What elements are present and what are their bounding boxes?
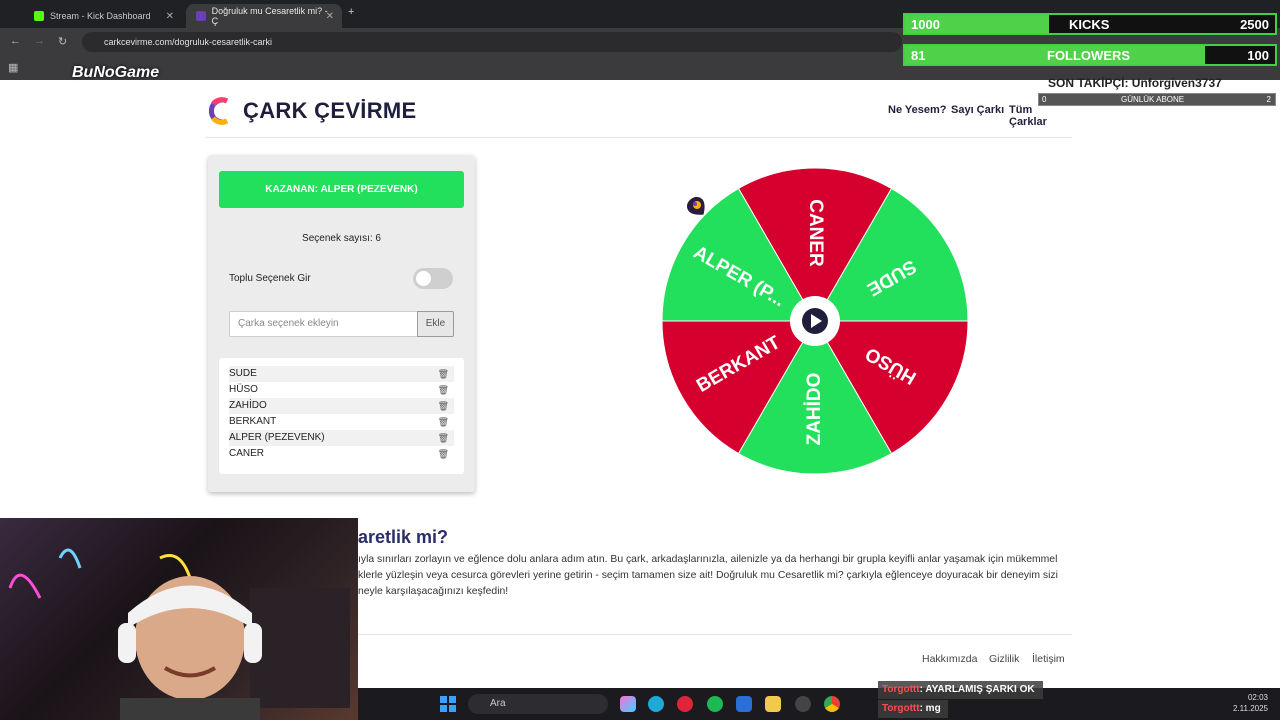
bulk-entry-label: Toplu Seçenek Gir [229, 273, 311, 284]
followers-goal: 100 [1247, 48, 1269, 63]
wheel-segment-label: CANER [805, 199, 826, 267]
option-label: SUDE [229, 368, 257, 379]
winner-banner[interactable]: KAZANAN: ALPER (PEZEVENK) [219, 171, 464, 208]
reload-icon[interactable]: ↻ [58, 35, 67, 48]
clock-time: 02:03 [1247, 693, 1268, 702]
chat-text: : AYARLAMIŞ ŞARKI OK [919, 684, 1035, 695]
back-icon[interactable]: ← [10, 35, 21, 47]
trash-icon[interactable]: 🗑 [438, 414, 449, 430]
chat-user: Torgottt [882, 684, 920, 695]
taskbar-clock[interactable]: 02:03 2.11.2025 [1228, 692, 1268, 714]
last-follower-text: SON TAKİPÇİ: Unforgiven3737 [1048, 76, 1222, 90]
list-item: HÜSO 🗑 [229, 382, 454, 398]
footer-link-contact[interactable]: İletişim [1032, 653, 1065, 665]
media-app-icon[interactable] [677, 696, 693, 712]
chat-text: : mg [919, 703, 941, 714]
footer-link-about[interactable]: Hakkımızda [922, 653, 977, 665]
kicks-goal: 2500 [1240, 17, 1269, 32]
nav-ne-yesem[interactable]: Ne Yesem? [888, 104, 947, 116]
windows-start-icon[interactable] [440, 696, 456, 712]
tab-kick-dashboard[interactable]: Stream - Kick Dashboard ✕ [24, 4, 182, 28]
trash-icon[interactable]: 🗑 [438, 430, 449, 446]
toggle-knob [416, 271, 431, 286]
option-label: ALPER (PEZEVENK) [229, 432, 325, 443]
kicks-label: KICKS [1069, 17, 1110, 32]
wheel-pointer-icon [687, 196, 705, 215]
tab-truth-or-dare[interactable]: Doğruluk mu Cesaretlik mi? - Ç ✕ [186, 4, 342, 28]
nav-sayi-carki[interactable]: Sayı Çarkı [951, 104, 1004, 116]
bunogame-logo: BuNoGame [72, 64, 160, 81]
list-item: ZAHİDO 🗑 [229, 398, 454, 414]
close-icon[interactable]: ✕ [166, 11, 174, 22]
site-header: ÇARK ÇEVİRME Ne Yesem? Sayı Çarkı Tüm Ça… [206, 94, 1072, 138]
daily-sub-label: GÜNLÜK ABONE [1121, 95, 1185, 104]
close-icon[interactable]: ✕ [326, 11, 334, 22]
option-count: Seçenek sayısı: 6 [302, 233, 381, 244]
trash-icon[interactable]: 🗑 [438, 366, 449, 382]
list-item: CANER 🗑 [229, 446, 454, 462]
site-favicon [196, 11, 206, 21]
brand-title[interactable]: ÇARK ÇEVİRME [243, 98, 417, 124]
chat-user: Torgottt [882, 703, 920, 714]
option-label: ZAHİDO [229, 400, 267, 411]
list-item: SUDE 🗑 [229, 366, 454, 382]
edge-icon[interactable] [648, 696, 664, 712]
chat-message: Torgottt: mg [878, 700, 948, 718]
option-label: BERKANT [229, 416, 277, 427]
daily-sub-goal: 2 [1266, 95, 1271, 104]
apps-icon[interactable]: ▦ [8, 61, 18, 74]
nav-tum-carklar[interactable]: Tüm Çarklar [1009, 104, 1072, 128]
copilot-icon[interactable] [620, 696, 636, 712]
kicks-goal-bar: 1000 KICKS 2500 [903, 13, 1277, 35]
add-option-button[interactable]: Ekle [417, 311, 454, 337]
kicks-current: 1000 [911, 17, 940, 32]
brand-logo-icon[interactable] [207, 96, 233, 126]
list-item: BERKANT 🗑 [229, 414, 454, 430]
spotify-icon[interactable] [707, 696, 723, 712]
chat-message: Torgottt: AYARLAMIŞ ŞARKI OK [878, 681, 1043, 699]
webcam-feed [0, 518, 358, 720]
option-input[interactable]: Çarka seçenek ekleyin [229, 311, 418, 337]
footer-link-privacy[interactable]: Gizlilik [989, 653, 1019, 665]
daily-sub-bar: 0 GÜNLÜK ABONE 2 [1038, 93, 1276, 106]
file-explorer-icon[interactable] [765, 696, 781, 712]
options-panel: KAZANAN: ALPER (PEZEVENK) Seçenek sayısı… [208, 155, 475, 492]
tab-title: Stream - Kick Dashboard [50, 11, 151, 21]
streamer-image [8, 548, 350, 720]
section-text: ıyla sınırları zorlayın ve eğlence dolu … [358, 554, 1058, 597]
trash-icon[interactable]: 🗑 [438, 446, 449, 462]
address-bar[interactable]: carkcevirme.com/dogruluk-cesaretlik-cark… [82, 32, 902, 52]
list-item: ALPER (PEZEVENK) 🗑 [229, 430, 454, 446]
followers-current: 81 [911, 48, 926, 63]
forward-icon[interactable]: → [34, 35, 45, 47]
wheel-segment-label: ZAHİDO [804, 373, 825, 446]
chrome-icon[interactable] [824, 696, 840, 712]
bulk-entry-toggle[interactable] [413, 268, 453, 289]
kick-icon [34, 11, 44, 21]
clock-date: 2.11.2025 [1233, 704, 1268, 713]
followers-label: FOLLOWERS [1047, 48, 1131, 63]
store-icon[interactable] [736, 696, 752, 712]
option-label: HÜSO [229, 384, 258, 395]
daily-sub-current: 0 [1042, 95, 1047, 104]
footer-divider [358, 634, 1072, 635]
followers-goal-bar: 81 FOLLOWERS 100 [903, 44, 1277, 66]
taskbar-search[interactable]: Ara [468, 694, 608, 714]
option-list: SUDE 🗑 HÜSO 🗑 ZAHİDO 🗑 BERKANT 🗑 ALPER (PEZE… [219, 358, 464, 474]
tab-title: Doğruluk mu Cesaretlik mi? - Ç [211, 6, 328, 26]
section-title: aretlik mi? [358, 527, 449, 547]
new-tab-icon[interactable]: + [348, 6, 354, 18]
trash-icon[interactable]: 🗑 [438, 398, 449, 414]
obs-icon[interactable] [795, 696, 811, 712]
trash-icon[interactable]: 🗑 [438, 382, 449, 398]
option-label: CANER [229, 448, 265, 459]
